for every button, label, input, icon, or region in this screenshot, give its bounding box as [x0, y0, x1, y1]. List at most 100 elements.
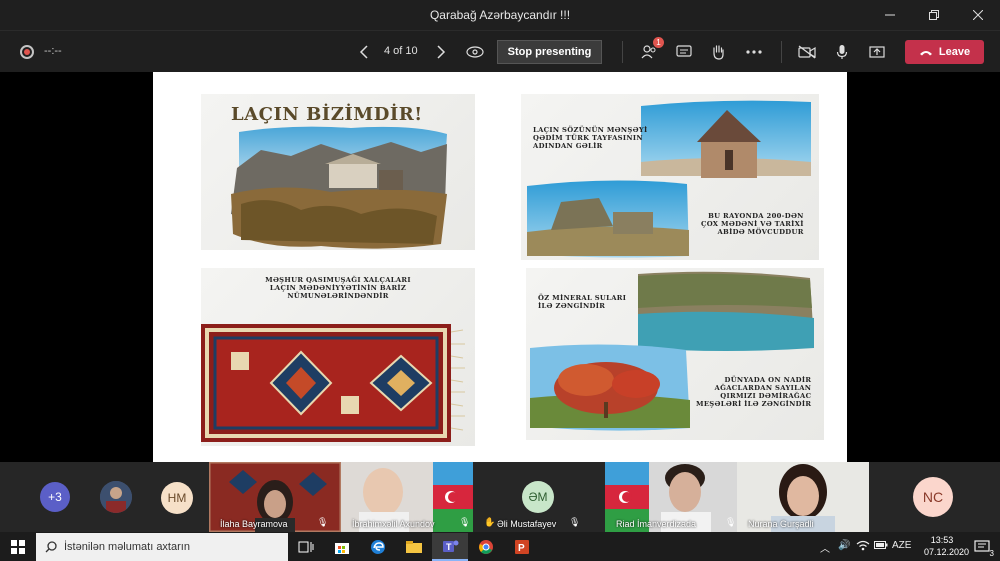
meeting-timer: --:-- [44, 45, 62, 57]
camera-toggle-button[interactable] [796, 41, 818, 63]
carpets-text: MƏŞHUR QASIMUŞAĞI XALÇALARI LAÇIN MƏDƏNİ… [265, 276, 411, 300]
camera-off-icon [798, 45, 816, 59]
svg-text:T: T [446, 542, 452, 552]
history-text-bottom: BU RAYONDA 200-DƏN ÇOX MƏDƏNİ VƏ TARİXİ … [701, 212, 804, 236]
windows-taskbar: İstənilən məlumatı axtarın T P ︿ 🔊 AZE 1… [0, 532, 1000, 561]
task-view-button[interactable] [288, 533, 324, 561]
leave-button[interactable]: Leave [905, 40, 984, 64]
battery-shape-icon [874, 541, 888, 549]
slide-card-carpets: MƏŞHUR QASIMUŞAĞI XALÇALARI LAÇIN MƏDƏNİ… [201, 268, 475, 446]
powerpoint-app[interactable]: P [504, 533, 540, 561]
participant-tile-eli[interactable]: ƏM Əli Mustafayev ✋ 🎙 [473, 462, 605, 532]
slide-card-title: LAÇIN BİZİMDİR! [201, 94, 475, 250]
wifi-icon [856, 540, 870, 551]
notification-count: 3 [989, 549, 994, 558]
participant-tile-ilaha[interactable]: İlaha Bayramova 🎙 [209, 462, 341, 532]
participant-tile-nurana[interactable]: Nurana Gurşadli [737, 462, 869, 532]
window-controls [868, 0, 1000, 30]
network-icon[interactable] [856, 540, 870, 554]
participant-tile-riad[interactable]: Riad İmanverdizada 🎙 [605, 462, 737, 532]
store-icon [335, 543, 349, 554]
page-indicator: 4 of 10 [384, 45, 418, 57]
hand-icon [713, 45, 724, 60]
notification-icon [974, 540, 990, 552]
minimize-icon [885, 14, 895, 16]
previous-slide-button[interactable] [353, 41, 375, 63]
more-participants-button[interactable]: +3 [40, 482, 70, 512]
mic-off-icon: 🎙 [459, 517, 471, 527]
stop-presenting-button[interactable]: Stop presenting [497, 40, 602, 64]
battery-icon[interactable] [874, 540, 888, 553]
presentation-stage: LAÇIN BİZİMDİR! LAÇIN SÖZÜNÜN MƏNŞƏYİ QƏ… [0, 72, 1000, 462]
red-trees-text: DÜNYADA ON NADİR AĞACLARDAN SAYILAN QIRM… [696, 376, 812, 408]
toolbar-divider [781, 41, 782, 63]
mic-off-icon: 🎙 [569, 517, 581, 527]
chrome-icon [479, 540, 493, 554]
chat-icon [676, 45, 692, 57]
chat-button[interactable] [673, 41, 695, 63]
participants-button[interactable]: 1 [638, 37, 664, 63]
eye-icon [466, 46, 484, 58]
raised-hand-icon: ✋ [484, 517, 496, 527]
input-language-indicator[interactable]: AZE [892, 540, 911, 551]
recording-icon [20, 45, 34, 59]
participant-tile-ibrahimxelil[interactable]: İbrahimxəlil Axundov 🎙 [341, 462, 473, 532]
chevron-left-icon [359, 45, 368, 59]
window-title: Qarabağ Azərbaycandır !!! [429, 8, 571, 22]
participants-strip: +3 HM İlaha Bayramova 🎙 İbrahimxəlil Axu… [0, 462, 1000, 532]
participant-name: Əli Mustafayev [497, 519, 557, 529]
notification-center-button[interactable]: 3 [964, 533, 1000, 561]
tray-chevron-up-icon[interactable]: ︿ [820, 540, 830, 555]
microphone-icon [836, 45, 848, 59]
system-clock[interactable]: 13:53 07.12.2020 [924, 534, 969, 558]
clock-time: 13:53 [930, 535, 954, 545]
close-button[interactable] [956, 0, 1000, 30]
file-explorer-app[interactable] [396, 533, 432, 561]
participant-avatar-nc[interactable]: NC [913, 477, 953, 517]
microphone-button[interactable] [831, 41, 853, 63]
participant-name: Nurana Gurşadli [748, 519, 814, 529]
volume-icon[interactable]: 🔊 [838, 540, 850, 551]
slide-card-nature: ÖZ MİNERAL SULARI İLƏ ZƏNGİNDİR DÜNYADA … [526, 268, 824, 440]
participant-name: İbrahimxəlil Axundov [352, 519, 435, 529]
windows-logo-icon [11, 540, 25, 554]
phone-hangup-icon [919, 50, 932, 55]
person-photo-icon [100, 481, 132, 513]
search-placeholder: İstənilən məlumatı axtarın [64, 541, 190, 553]
slide-card-history: LAÇIN SÖZÜNÜN MƏNŞƏYİ QƏDİM TÜRK TAYFASI… [521, 94, 819, 260]
title-bar: Qarabağ Azərbaycandır !!! [0, 0, 1000, 30]
participant-photo-avatar[interactable] [100, 481, 132, 513]
share-screen-button[interactable] [866, 41, 888, 63]
mountain-landscape-image [231, 126, 447, 249]
folder-icon [406, 541, 422, 553]
leave-label: Leave [938, 46, 971, 58]
view-toggle-button[interactable] [464, 41, 486, 63]
search-icon [45, 541, 57, 553]
raise-hand-button[interactable] [707, 41, 729, 63]
next-slide-button[interactable] [430, 41, 452, 63]
meeting-toolbar: --:-- 4 of 10 Stop presenting 1 Leave [0, 30, 1000, 72]
chrome-app[interactable] [468, 533, 504, 561]
participant-avatar-em: ƏM [522, 481, 554, 513]
teams-icon: T [443, 540, 459, 552]
participants-badge: 1 [653, 37, 664, 48]
history-text-top: LAÇIN SÖZÜNÜN MƏNŞƏYİ QƏDİM TÜRK TAYFASI… [533, 126, 648, 150]
restore-icon [929, 10, 939, 20]
share-icon [869, 46, 885, 58]
powerpoint-icon: P [515, 540, 529, 554]
teams-app[interactable]: T [432, 533, 468, 561]
minimize-button[interactable] [868, 0, 912, 30]
more-actions-button[interactable] [743, 41, 765, 63]
restore-button[interactable] [912, 0, 956, 30]
ellipsis-icon [746, 50, 762, 54]
participant-avatar-hm[interactable]: HM [161, 482, 193, 514]
slide: LAÇIN BİZİMDİR! LAÇIN SÖZÜNÜN MƏNŞƏYİ QƏ… [153, 72, 847, 462]
edge-icon [371, 540, 385, 554]
carpet-image [201, 324, 465, 442]
mic-off-icon: 🎙 [317, 517, 329, 527]
store-app[interactable] [324, 533, 360, 561]
edge-app[interactable] [360, 533, 396, 561]
start-button[interactable] [0, 533, 36, 561]
taskbar-search-input[interactable]: İstənilən məlumatı axtarın [36, 533, 288, 561]
toolbar-divider [622, 41, 623, 63]
